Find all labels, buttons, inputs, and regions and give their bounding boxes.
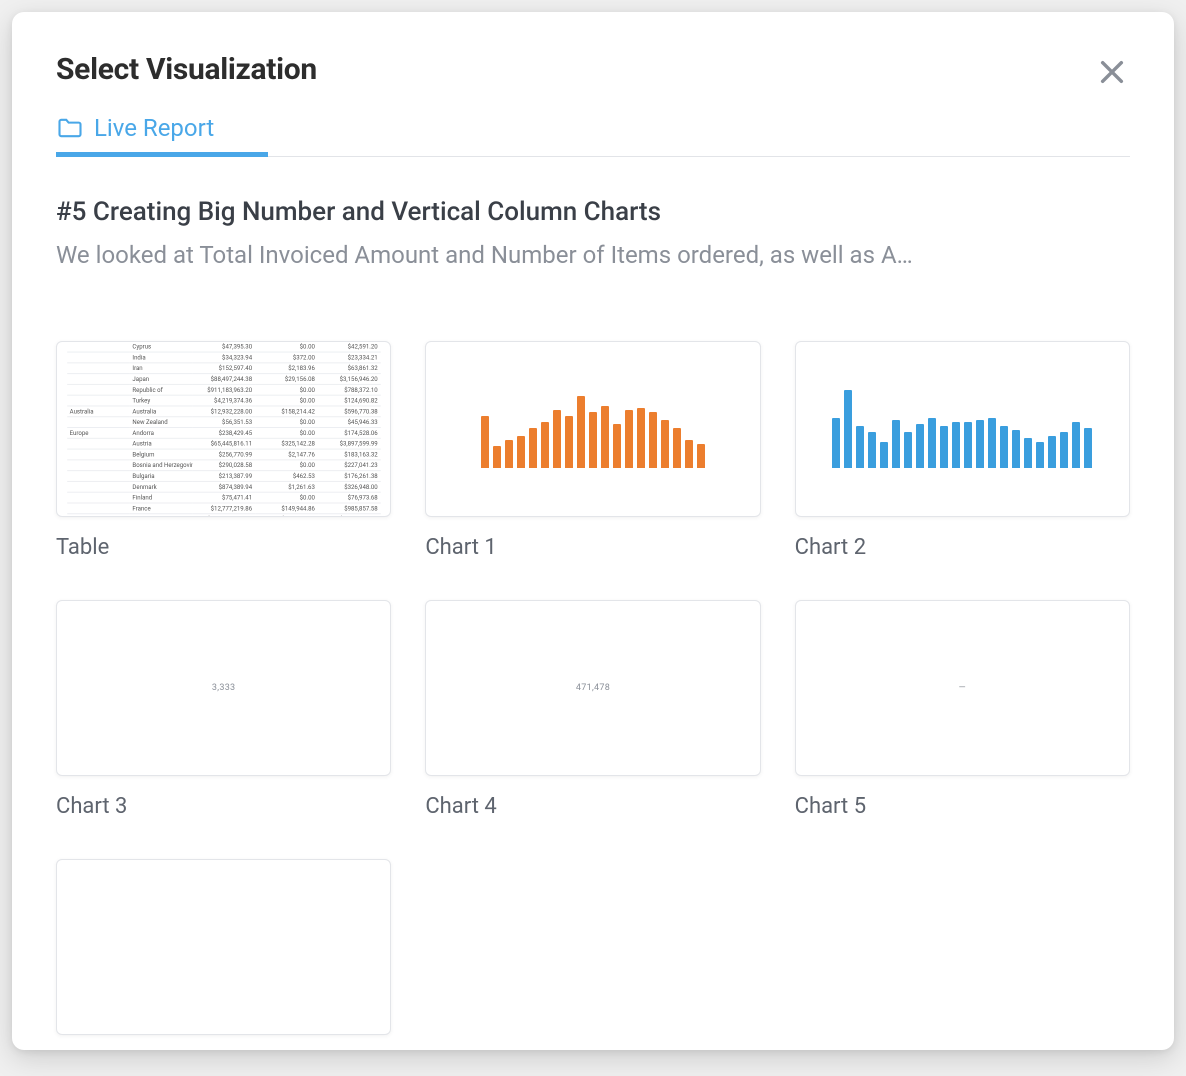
viz-thumb-chart-2	[795, 341, 1130, 517]
viz-card-label: Chart 5	[795, 794, 1130, 819]
big-number: 471,478	[576, 683, 610, 693]
visualization-grid: Athlete RegionAthlete CountrySum Invoice…	[56, 341, 1130, 1035]
section: #5 Creating Big Number and Vertical Colu…	[56, 197, 1130, 269]
viz-thumb-table: Athlete RegionAthlete CountrySum Invoice…	[56, 341, 391, 517]
viz-thumb-extra	[56, 859, 391, 1035]
modal-title: Select Visualization	[56, 52, 317, 87]
modal-header: Select Visualization	[56, 52, 1130, 90]
close-icon	[1096, 56, 1128, 88]
viz-card-chart-2[interactable]: Chart 2	[795, 341, 1130, 560]
viz-card-extra[interactable]	[56, 859, 391, 1035]
big-number: 3,333	[212, 683, 236, 693]
viz-card-chart-1[interactable]: Chart 1	[425, 341, 760, 560]
viz-thumb-chart-3: 3,333	[56, 600, 391, 776]
close-button[interactable]	[1094, 54, 1130, 90]
bar-chart-orange	[481, 390, 705, 468]
viz-card-chart-3[interactable]: 3,333 Chart 3	[56, 600, 391, 819]
select-visualization-modal: Select Visualization Live Report #5 Crea…	[12, 12, 1174, 1050]
viz-card-label: Chart 3	[56, 794, 391, 819]
big-number: —	[959, 683, 966, 693]
viz-card-chart-5[interactable]: — Chart 5	[795, 600, 1130, 819]
viz-card-chart-4[interactable]: 471,478 Chart 4	[425, 600, 760, 819]
section-description: We looked at Total Invoiced Amount and N…	[56, 241, 1130, 269]
section-title: #5 Creating Big Number and Vertical Colu…	[56, 197, 1130, 227]
tab-live-report[interactable]: Live Report	[56, 114, 220, 156]
viz-thumb-chart-4: 471,478	[425, 600, 760, 776]
viz-thumb-chart-1	[425, 341, 760, 517]
bar-chart-blue	[832, 390, 1092, 468]
viz-card-label: Chart 1	[425, 535, 760, 560]
viz-card-label: Chart 4	[425, 794, 760, 819]
viz-card-label: Table	[56, 535, 391, 560]
viz-card-label: Chart 2	[795, 535, 1130, 560]
tabs: Live Report	[56, 114, 1130, 157]
table-preview: Athlete RegionAthlete CountrySum Invoice…	[66, 341, 381, 517]
viz-thumb-chart-5: —	[795, 600, 1130, 776]
viz-card-table[interactable]: Athlete RegionAthlete CountrySum Invoice…	[56, 341, 391, 560]
tab-label: Live Report	[94, 114, 214, 142]
folder-icon	[56, 114, 84, 142]
